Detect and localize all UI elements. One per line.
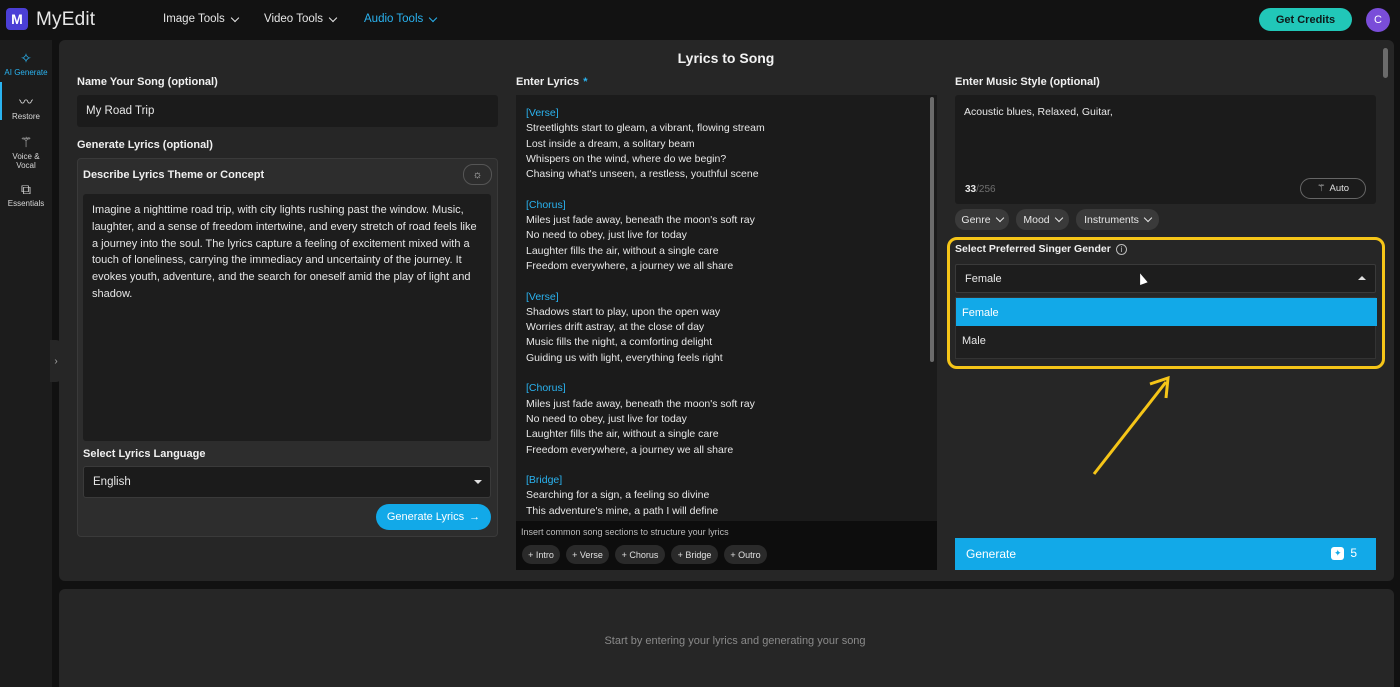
lyrics-label: Enter Lyrics * (516, 76, 588, 88)
lyrics-line: Whispers on the wind, where do we begin? (526, 152, 727, 165)
instruments-dropdown[interactable]: Instruments (1076, 209, 1159, 230)
lyrics-line: Miles just fade away, beneath the moon's… (526, 214, 755, 227)
chevron-right-icon: › (54, 355, 58, 367)
lyrics-section-tag: [Verse] (526, 290, 559, 303)
lyrics-line: Lost inside a dream, a solitary beam (526, 137, 695, 150)
lyrics-gap (526, 366, 765, 381)
lyrics-line: Laughter fills the air, without a single… (526, 244, 719, 257)
lyrics-scrollbar[interactable] (930, 97, 934, 362)
lyrics-gap (526, 182, 765, 197)
caret-down-icon (474, 480, 482, 484)
magic-wand-icon: ⚚ (1316, 183, 1326, 194)
app-logo-icon[interactable]: M (6, 8, 28, 30)
chevron-down-icon (1054, 213, 1063, 223)
sidebar-item-restore[interactable]: 〰 Restore (0, 94, 52, 121)
app-name[interactable]: MyEdit (36, 9, 95, 31)
lyrics-line: Shadows start to play, upon the open way (526, 305, 721, 318)
generate-credit-cost: ✦ 5 (1331, 546, 1357, 560)
generate-lyrics-label: Generate Lyrics (optional) (77, 139, 213, 151)
highlight-annotation (947, 237, 1385, 369)
mood-dropdown[interactable]: Mood (1016, 209, 1069, 230)
chip-intro[interactable]: + Intro (522, 545, 560, 564)
lyrics-textarea[interactable]: [Verse] Streetlights start to gleam, a vi… (516, 95, 937, 522)
annotation-arrow-icon (1092, 375, 1170, 475)
lyrics-line: This adventure's mine, a path I will def… (526, 504, 719, 517)
lyrics-line: Miles just fade away, beneath the moon's… (526, 397, 755, 410)
lightbulb-icon: ☼ (472, 168, 483, 181)
sidebar-item-essentials[interactable]: ⧉ Essentials (0, 181, 52, 208)
music-style-label: Enter Music Style (optional) (955, 76, 1100, 88)
chevron-down-icon (1143, 213, 1153, 223)
chevron-down-icon (995, 213, 1004, 223)
chevron-down-icon (429, 13, 438, 22)
get-credits-button[interactable]: Get Credits (1259, 8, 1352, 31)
sections-hint: Insert common song sections to structure… (521, 527, 729, 537)
auto-style-button[interactable]: ⚚ Auto (1300, 178, 1366, 199)
voice-wand-icon: ⚚ (19, 134, 33, 150)
lyrics-gap (526, 458, 765, 473)
song-name-input[interactable]: My Road Trip (77, 95, 498, 127)
chevron-down-icon (230, 13, 240, 22)
chevron-down-icon (328, 13, 338, 22)
generate-lyrics-button[interactable]: Generate Lyrics → (376, 504, 491, 530)
nav-audio-tools[interactable]: Audio Tools (364, 13, 438, 25)
char-count: 33/256 (965, 184, 996, 195)
lyrics-line: Freedom everywhere, a journey we all sha… (526, 259, 734, 272)
required-mark: * (583, 76, 588, 88)
idea-bulb-button[interactable]: ☼ (463, 164, 492, 185)
arrow-right-icon: → (469, 511, 481, 523)
top-bar: M MyEdit Image Tools Video Tools Audio T… (0, 0, 1400, 40)
chip-bridge[interactable]: + Bridge (671, 545, 718, 564)
generate-button[interactable]: Generate ✦ 5 (955, 538, 1376, 570)
lyrics-section-tag: [Bridge] (526, 474, 563, 487)
lyrics-line: No need to obey, just live for today (526, 229, 687, 242)
chip-chorus[interactable]: + Chorus (615, 545, 665, 564)
page-title: Lyrics to Song (677, 50, 775, 66)
lyrics-line: No need to obey, just live for today (526, 412, 687, 425)
lyrics-line: Music fills the night, a comforting deli… (526, 336, 713, 349)
lyrics-line: Streetlights start to gleam, a vibrant, … (526, 122, 765, 135)
lyrics-line: Chasing what's unseen, a restless, youth… (526, 168, 759, 181)
layers-icon: ⧉ (21, 181, 31, 197)
genre-dropdown[interactable]: Genre (955, 209, 1009, 230)
lyrics-line: Freedom everywhere, a journey we all sha… (526, 443, 734, 456)
language-label: Select Lyrics Language (83, 448, 206, 460)
lyrics-line: Searching for a sign, a feeling so divin… (526, 489, 710, 502)
theme-label: Describe Lyrics Theme or Concept (83, 169, 265, 181)
sidebar-item-voice-vocal[interactable]: ⚚ Voice & Vocal (0, 134, 52, 170)
avatar[interactable]: C (1366, 8, 1390, 32)
results-empty-hint: Start by entering your lyrics and genera… (604, 635, 866, 647)
chip-verse[interactable]: + Verse (566, 545, 609, 564)
theme-textarea[interactable]: Imagine a nighttime road trip, with city… (83, 194, 491, 441)
language-select[interactable]: English (83, 466, 491, 498)
nav-image-tools[interactable]: Image Tools (163, 13, 240, 25)
lyrics-lines: [Verse] Streetlights start to gleam, a vi… (526, 106, 765, 519)
lyrics-line: Laughter fills the air, without a single… (526, 428, 719, 441)
lyrics-section-tag: [Chorus] (526, 198, 566, 211)
lyrics-line: Guiding us with light, everything feels … (526, 351, 723, 364)
credit-icon: ✦ (1331, 546, 1345, 560)
chip-outro[interactable]: + Outro (724, 545, 767, 564)
sidebar: ✧ AI Generate 〰 Restore ⚚ Voice & Vocal … (0, 40, 52, 687)
lyrics-line: Worries drift astray, at the close of da… (526, 321, 705, 334)
nav-video-tools[interactable]: Video Tools (264, 13, 338, 25)
waveform-icon: 〰 (19, 94, 33, 110)
lyrics-gap (526, 274, 765, 289)
song-name-label: Name Your Song (optional) (77, 76, 218, 88)
lyrics-section-tag: [Verse] (526, 107, 559, 119)
lyrics-section-tag: [Chorus] (526, 382, 566, 395)
